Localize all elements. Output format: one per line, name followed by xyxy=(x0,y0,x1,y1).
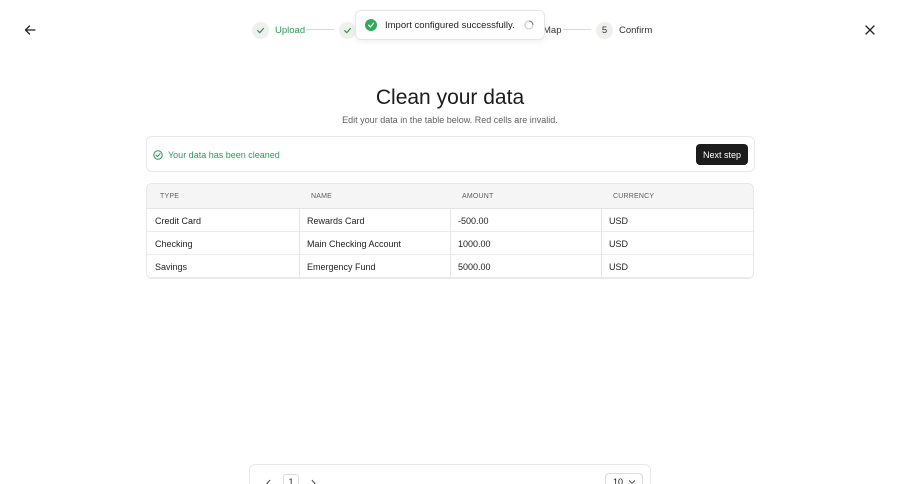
step-upload: Upload xyxy=(252,20,305,40)
toast-message: Import configured successfully. xyxy=(385,19,515,31)
step-label: Upload xyxy=(275,24,306,36)
step-connector xyxy=(563,29,591,30)
page-size-value: 10 xyxy=(613,477,624,484)
check-circle-outline-icon xyxy=(153,150,163,160)
step-done-badge xyxy=(339,21,356,39)
success-toast: Import configured successfully. xyxy=(355,10,545,40)
step-done-badge xyxy=(252,21,269,39)
table-cell[interactable]: 1000.00 xyxy=(450,232,601,255)
chevron-left-icon xyxy=(265,479,270,484)
step-label: Confirm xyxy=(619,24,653,36)
step-confirm: 5 Confirm xyxy=(596,20,652,40)
check-icon xyxy=(344,27,352,33)
table-cell[interactable]: USD xyxy=(601,232,753,255)
cleaned-banner: Your data has been cleaned Next step xyxy=(146,136,755,172)
table-cell[interactable]: Credit Card xyxy=(147,209,299,232)
column-divider xyxy=(601,209,602,278)
check-icon xyxy=(257,27,265,33)
step-label: Map xyxy=(543,24,562,36)
table-cell[interactable]: USD xyxy=(601,255,753,278)
column-divider xyxy=(299,209,300,278)
page-subtitle: Edit your data in the table below. Red c… xyxy=(342,115,558,125)
column-divider xyxy=(450,209,451,278)
spinner-icon xyxy=(524,20,534,30)
table-header: TYPE NAME AMOUNT CURRENCY xyxy=(147,184,753,209)
chevron-right-icon xyxy=(311,479,316,484)
table-cell[interactable]: Emergency Fund xyxy=(299,255,450,278)
step-map: Map xyxy=(543,20,561,40)
chevron-down-icon xyxy=(628,480,636,484)
table-cell[interactable]: Savings xyxy=(147,255,299,278)
step-number: 5 xyxy=(596,21,613,39)
column-header-currency: CURRENCY xyxy=(613,193,655,200)
table-cell[interactable]: 5000.00 xyxy=(450,255,601,278)
next-page-button[interactable] xyxy=(307,477,319,484)
next-step-button[interactable]: Next step xyxy=(696,144,748,165)
page-title: Clean your data xyxy=(375,86,525,109)
column-header-amount: AMOUNT xyxy=(462,193,494,200)
prev-page-button[interactable] xyxy=(262,477,274,484)
table-cell[interactable]: Rewards Card xyxy=(299,209,450,232)
page-size-select[interactable]: 10 xyxy=(605,473,643,484)
table-cell[interactable]: -500.00 xyxy=(450,209,601,232)
data-table: TYPE NAME AMOUNT CURRENCY Credit Card Re… xyxy=(146,183,754,279)
table-cell[interactable]: Main Checking Account xyxy=(299,232,450,255)
table-cell[interactable]: Checking xyxy=(147,232,299,255)
column-header-name: NAME xyxy=(311,193,333,200)
column-header-type: TYPE xyxy=(160,193,180,200)
page-number-button[interactable]: 1 xyxy=(283,474,299,484)
check-circle-icon xyxy=(365,19,377,31)
pagination: 1 10 xyxy=(249,464,651,484)
table-cell[interactable]: USD xyxy=(601,209,753,232)
step-2 xyxy=(339,20,356,40)
step-connector xyxy=(306,29,334,30)
banner-message: Your data has been cleaned xyxy=(168,150,280,160)
